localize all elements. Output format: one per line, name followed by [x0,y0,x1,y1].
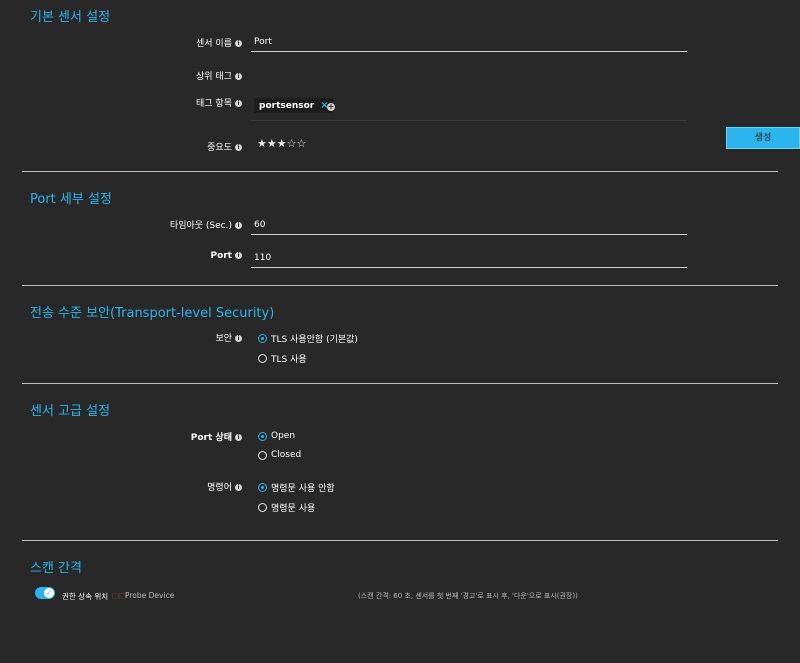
radio-command-on[interactable]: 명령문 사용 [258,501,315,514]
parent-tags-label: 상위 태그 i [196,69,242,82]
tags-label: 태그 항목 i [196,96,242,109]
info-icon[interactable]: i [235,100,242,107]
security-label-text: 보안 [215,334,232,344]
radio-tls-on-label: TLS 사용 [271,355,307,365]
parent-tags-label-text: 상위 태그 [196,72,232,82]
priority-label: 중요도 i [207,140,242,153]
info-icon[interactable]: i [235,335,242,342]
timeout-label: 타임아웃 (Sec.) i [170,218,242,231]
priority-label-text: 중요도 [207,143,232,153]
scan-interval-note: (스캔 간격: 60 초, 센서를 첫 번째 '경고'로 표시 후, '다운'으… [358,592,578,600]
divider [22,540,778,541]
radio-state-closed-label: Closed [271,450,302,460]
inherit-label: 권한 상속 위치 [62,592,109,601]
port-label: Port i [210,251,242,261]
info-icon[interactable]: i [235,73,242,80]
section-title-port: Port 세부 설정 [30,192,112,207]
divider [22,171,778,172]
radio-selected-icon[interactable] [258,334,267,343]
radio-tls-off[interactable]: TLS 사용안함 (기본값) [258,332,358,345]
tag-chip-label: portsensor [259,100,315,111]
radio-tls-off-label: TLS 사용안함 (기본값) [271,335,358,345]
info-icon[interactable]: i [235,40,242,47]
toggle-knob[interactable]: ✓ [44,588,54,598]
port-input[interactable]: 110 [254,253,271,263]
timeout-underline [251,234,687,235]
divider [22,285,778,286]
info-icon[interactable]: i [235,434,242,441]
info-icon[interactable]: i [235,252,242,259]
info-icon[interactable]: i [235,222,242,229]
radio-unselected-icon[interactable] [258,503,267,512]
radio-unselected-icon[interactable] [258,450,267,460]
info-icon[interactable]: i [235,484,242,491]
sensor-name-label-text: 센서 이름 [196,39,232,49]
timeout-label-text: 타임아웃 (Sec.) [169,221,232,231]
section-title-basic: 기본 센서 설정 [30,10,111,25]
port-state-label: Port 상태 i [191,430,242,443]
sensor-name-input[interactable]: Port [254,37,272,47]
radio-state-closed[interactable]: Closed [258,450,301,460]
radio-command-off[interactable]: 명령문 사용 안함 [258,481,335,494]
section-title-scan: 스캔 간격 [30,561,82,576]
section-title-advanced: 센서 고급 설정 [30,404,111,419]
divider [22,383,778,384]
tags-underline [251,120,687,121]
create-button[interactable]: 생성 [726,127,800,149]
command-label: 명령어 i [207,480,242,493]
add-tag-icon[interactable]: + [327,103,335,111]
inherit-toggle[interactable]: ✓ [35,587,55,599]
port-state-label-text: Port 상태 [190,433,232,443]
info-icon[interactable]: i [235,144,242,151]
radio-tls-on[interactable]: TLS 사용 [258,352,307,365]
radio-state-open-label: Open [271,431,296,441]
probe-device-link[interactable]: Probe Device [125,591,174,600]
radio-command-on-label: 명령문 사용 [271,504,316,514]
radio-selected-icon[interactable] [258,483,267,492]
tags-label-text: 태그 항목 [196,99,232,109]
radio-unselected-icon[interactable] [258,354,267,363]
sensor-name-underline [251,51,687,52]
radio-selected-icon[interactable] [258,431,267,441]
command-label-text: 명령어 [207,483,232,493]
radio-state-open[interactable]: Open [258,431,295,441]
port-label-text: Port [210,251,232,261]
port-underline [251,267,687,268]
tag-chip: portsensor × [254,98,333,113]
check-icon: ✓ [46,588,52,597]
timeout-input[interactable]: 60 [254,220,265,230]
sensor-name-label: 센서 이름 i [196,36,242,49]
section-title-tls: 전송 수준 보안(Transport-level Security) [30,306,275,321]
priority-star-rating[interactable]: ★★★☆☆ [257,137,306,150]
security-label: 보안 i [215,331,242,344]
radio-command-off-label: 명령문 사용 안함 [271,484,335,494]
